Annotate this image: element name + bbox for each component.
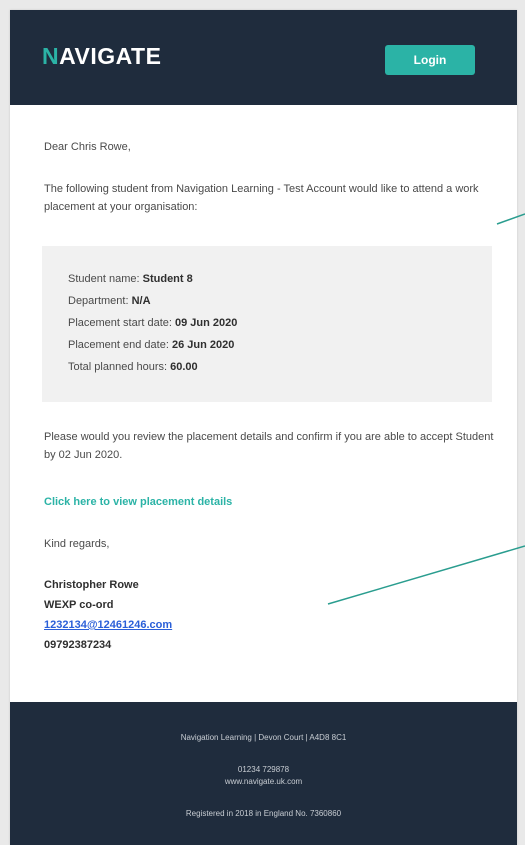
signature-name: Christopher Rowe (44, 579, 139, 591)
footer-registration: Registered in 2018 in England No. 736086… (185, 809, 342, 818)
email-footer: Navigation Learning | Devon Court | A4D8… (10, 702, 517, 845)
detail-value: 60.00 (170, 361, 198, 373)
detail-label: Department: (68, 295, 129, 307)
signature-email-link[interactable]: 1232134@12461246.com (44, 616, 172, 634)
view-placement-details-link[interactable]: Click here to view placement details (44, 493, 232, 511)
review-text: Please would you review the placement de… (44, 431, 494, 461)
email-header: NAVIGATE Login (10, 10, 517, 105)
logo-text: AVIGATE (59, 43, 162, 69)
detail-label: Total planned hours: (68, 361, 168, 373)
regards-text: Kind regards, (44, 538, 110, 550)
placement-details-box: Student name: Student 8 Department: N/A … (42, 246, 492, 402)
detail-value: 26 Jun 2020 (171, 339, 235, 351)
login-button[interactable]: Login (385, 45, 475, 75)
detail-row-total-hours: Total planned hours: 60.00 (68, 358, 198, 376)
detail-value: Student 8 (142, 273, 193, 285)
signature-role: WEXP co-ord (44, 599, 114, 611)
detail-value: N/A (131, 295, 151, 307)
email-card: NAVIGATE Login Dear Chris Rowe, The foll… (10, 10, 517, 845)
greeting-text: Dear Chris Rowe, (44, 141, 131, 153)
detail-value: 09 Jun 2020 (175, 317, 238, 329)
detail-label: Placement start date: (68, 317, 172, 329)
detail-row-department: Department: N/A (68, 292, 151, 310)
detail-row-end-date: Placement end date: 26 Jun 2020 (68, 336, 234, 354)
navigate-logo: NAVIGATE (42, 43, 161, 70)
detail-label: Student name: (68, 273, 140, 285)
footer-phone: 01234 729878 (237, 765, 290, 774)
footer-address: Navigation Learning | Devon Court | A4D8… (180, 733, 347, 742)
logo-initial: N (42, 43, 60, 69)
footer-website: www.navigate.uk.com (224, 777, 303, 786)
detail-label: Placement end date: (68, 339, 169, 351)
detail-row-start-date: Placement start date: 09 Jun 2020 (68, 314, 237, 332)
detail-row-student-name: Student name: Student 8 (68, 270, 193, 288)
intro-text: The following student from Navigation Le… (44, 183, 479, 213)
signature-phone: 09792387234 (44, 639, 112, 651)
